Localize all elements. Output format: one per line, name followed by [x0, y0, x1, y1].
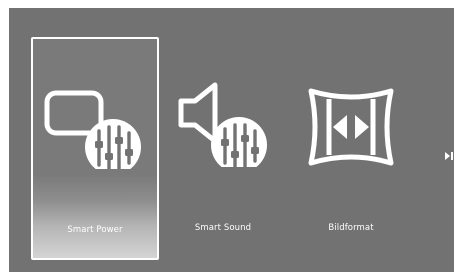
picture-format-icon — [308, 88, 394, 166]
menu-item-label: Smart Power — [67, 225, 123, 235]
next-arrow-icon[interactable] — [445, 151, 454, 161]
smart-sound-icon — [178, 82, 267, 167]
smart-power-icon — [44, 90, 141, 169]
menu-item-label: Bildformat — [328, 223, 374, 233]
tv-screen: Smart Power Smart Sound Bildformat — [0, 0, 454, 274]
menu-item-smart-power[interactable]: Smart Power — [31, 37, 159, 260]
menu-item-smart-sound[interactable]: Smart Sound — [161, 37, 289, 260]
menu-item-bildformat[interactable]: Bildformat — [289, 37, 417, 260]
settings-carousel: Smart Power Smart Sound Bildformat — [9, 8, 454, 272]
menu-item-label: Smart Sound — [194, 223, 252, 233]
